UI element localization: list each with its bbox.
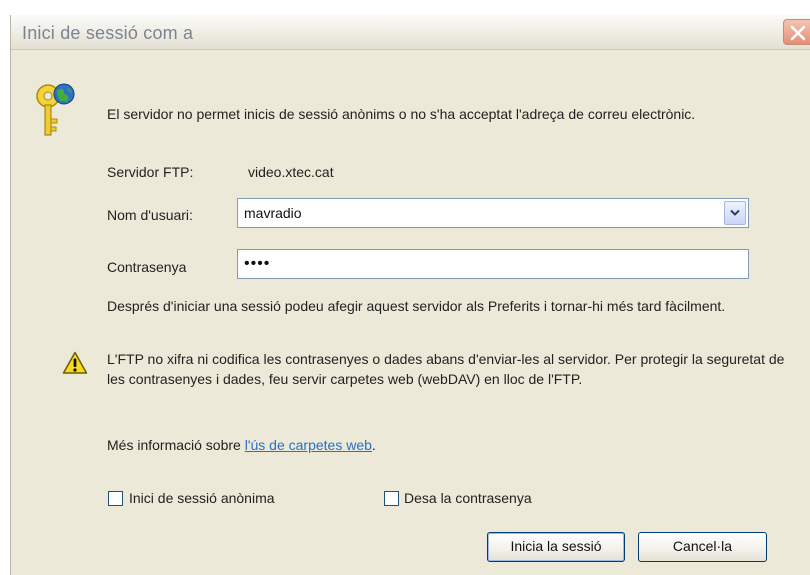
save-password-checkbox[interactable]: [384, 491, 399, 506]
warning-text: L'FTP no xifra ni codifica les contrasen…: [107, 351, 785, 387]
chevron-down-icon: [730, 209, 740, 216]
anonymous-login-checkbox[interactable]: [108, 491, 123, 506]
server-label: Servidor FTP:: [107, 164, 194, 180]
more-info-line: Més informació sobre l'ús de carpetes we…: [107, 435, 376, 455]
close-icon: [790, 25, 806, 41]
password-label: Contrasenya: [107, 259, 187, 275]
login-dialog: Inici de sessió com a El servidor no per…: [10, 15, 810, 575]
cancel-button[interactable]: Cancel·la: [638, 532, 767, 562]
close-button[interactable]: [783, 19, 810, 45]
favorites-info-text: Després d'iniciar una sessió podeu afegi…: [107, 298, 726, 314]
more-info-suffix: .: [371, 437, 376, 453]
title-bar: Inici de sessió com a: [11, 15, 810, 50]
save-password-label[interactable]: Desa la contrasenya: [404, 488, 532, 508]
anonymous-login-label[interactable]: Inici de sessió anònima: [129, 488, 275, 508]
user-label: Nom d'usuari:: [107, 207, 193, 223]
login-button[interactable]: Inicia la sessió: [487, 532, 625, 562]
user-input[interactable]: mavradio: [244, 205, 302, 221]
password-input[interactable]: ••••: [237, 249, 749, 279]
dialog-title: Inici de sessió com a: [22, 23, 194, 43]
key-globe-icon: [36, 83, 75, 136]
message-text: El servidor no permet inicis de sessió a…: [107, 106, 696, 122]
more-info-prefix: Més informació sobre: [107, 437, 245, 453]
user-dropdown-button[interactable]: [724, 201, 746, 225]
user-combobox[interactable]: mavradio: [237, 198, 749, 228]
webdav-help-link[interactable]: l'ús de carpetes web: [245, 437, 372, 453]
warning-icon: [62, 351, 88, 374]
server-value: video.xtec.cat: [248, 164, 334, 180]
